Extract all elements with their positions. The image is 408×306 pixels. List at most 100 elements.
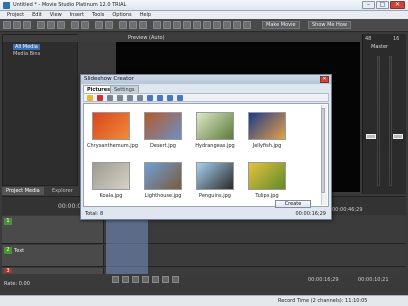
make-movie-button[interactable]: Make Movie [262, 21, 300, 29]
menu-edit[interactable]: Edit [28, 11, 46, 19]
thumbnail-koala[interactable] [92, 162, 130, 190]
close-button[interactable]: ✕ [390, 1, 405, 9]
paste-icon[interactable] [57, 21, 65, 29]
show-me-how-button[interactable]: Show Me How [308, 21, 351, 29]
cut-icon[interactable] [37, 21, 45, 29]
master-fader-left[interactable] [366, 134, 376, 139]
play-button[interactable] [132, 276, 139, 283]
total-duration: 00:00:16;29 [295, 211, 326, 217]
events-icon[interactable] [193, 21, 201, 29]
marker-icon[interactable] [173, 21, 181, 29]
menu-tools[interactable]: Tools [88, 11, 108, 19]
dialog-close-button[interactable]: ✕ [320, 76, 329, 83]
move-first-icon[interactable] [107, 95, 113, 101]
menu-help[interactable]: Help [136, 11, 155, 19]
edit-tool-icon[interactable] [95, 21, 103, 29]
delete-icon[interactable] [97, 95, 103, 101]
save-icon[interactable] [23, 21, 31, 29]
split-icon[interactable] [153, 21, 161, 29]
move-right-icon[interactable] [127, 95, 133, 101]
thumbnail-jellyfish[interactable] [248, 112, 286, 140]
go-to-end-button[interactable] [172, 276, 179, 283]
mixer-icon[interactable] [213, 21, 221, 29]
move-last-icon[interactable] [137, 95, 143, 101]
left-level-meter [377, 56, 380, 186]
app-icon [3, 2, 10, 9]
shuffle-icon[interactable] [167, 95, 173, 101]
dialog-title: Slideshow Creator [84, 76, 134, 82]
add-folder-icon[interactable] [87, 95, 93, 101]
new-icon[interactable] [3, 21, 11, 29]
thumbnail-lighthouse[interactable] [144, 162, 182, 190]
snap-icon[interactable] [119, 21, 127, 29]
loop-button[interactable] [122, 276, 129, 283]
stop-button[interactable] [152, 276, 159, 283]
create-button[interactable]: Create [275, 200, 311, 208]
envelope-tool-icon[interactable] [105, 21, 113, 29]
menu-insert[interactable]: Insert [66, 11, 88, 19]
scrollbar-thumb[interactable] [321, 108, 325, 193]
track-header: 2 Text [2, 245, 104, 266]
master-fader-right[interactable] [393, 134, 403, 139]
ruler-time-end: 00:00:46;29 [332, 207, 363, 213]
picture-grid-scrollbar[interactable] [321, 105, 327, 205]
total-count: Total: 8 [85, 211, 104, 217]
rotate-right-icon[interactable] [157, 95, 163, 101]
cursor-time: 00:00:16;29 [308, 277, 339, 283]
open-icon[interactable] [13, 21, 21, 29]
maximize-button[interactable]: □ [376, 1, 389, 9]
copy-icon[interactable] [47, 21, 55, 29]
picture-label: Hydrangeas.jpg [195, 143, 235, 149]
tab-project-media[interactable]: Project Media [2, 187, 44, 195]
minimize-button[interactable]: – [362, 1, 375, 9]
thumbnail-hydrangeas[interactable] [196, 112, 234, 140]
pause-button[interactable] [142, 276, 149, 283]
picture-label: Koala.jpg [99, 193, 123, 199]
tab-explorer[interactable]: Explorer [48, 187, 77, 195]
master-left-value: 48 [365, 36, 372, 42]
rotate-left-icon[interactable] [147, 95, 153, 101]
redo-icon[interactable] [81, 21, 89, 29]
track-name: Text [14, 248, 25, 254]
settings-icon[interactable] [243, 21, 251, 29]
auto-ripple-icon[interactable] [129, 21, 137, 29]
preview-mode-dropdown[interactable]: Preview (Auto) [128, 35, 165, 41]
dialog-toolbar [83, 93, 329, 102]
title-bar: Untitled * - Movie Studio Platinum 12.0 … [0, 0, 408, 11]
thumbnail-desert[interactable] [144, 112, 182, 140]
track-number: 2 [4, 247, 12, 254]
move-left-icon[interactable] [117, 95, 123, 101]
right-level-meter [389, 56, 392, 186]
picture-label: Lighthouse.jpg [144, 193, 182, 199]
go-to-start-button[interactable] [162, 276, 169, 283]
record-button[interactable] [112, 276, 119, 283]
zoom-icon[interactable] [203, 21, 211, 29]
rate-label: Rate: 0.00 [4, 281, 30, 287]
media-toolbar [3, 35, 79, 42]
thumbnail-chrysanthemum[interactable] [92, 112, 130, 140]
sort-icon[interactable] [177, 95, 183, 101]
main-toolbar: Make Movie Show Me How [0, 19, 408, 32]
master-right-value: 16 [393, 36, 400, 42]
dialog-title-bar[interactable]: Slideshow Creator ✕ [81, 75, 331, 84]
video-track-1[interactable]: 1 [2, 216, 406, 244]
dialog-footer: Total: 8 00:00:16;29 [83, 208, 329, 219]
tree-item-media-bins[interactable]: Media Bins [13, 51, 40, 57]
text-track-2[interactable]: 2 Text [2, 245, 406, 267]
audio-track-3[interactable]: 3 [2, 268, 406, 274]
fx-icon[interactable] [223, 21, 231, 29]
menu-options[interactable]: Options [108, 11, 135, 19]
thumbnail-tulips[interactable] [248, 162, 286, 190]
menu-project[interactable]: Project [3, 11, 28, 19]
menu-view[interactable]: View [46, 11, 66, 19]
tab-settings[interactable]: Settings [110, 85, 139, 93]
thumbnail-penguins[interactable] [196, 162, 234, 190]
region-icon[interactable] [183, 21, 191, 29]
undo-icon[interactable] [71, 21, 79, 29]
tree-item-all-media[interactable]: All Media [13, 44, 40, 50]
lock-icon[interactable] [139, 21, 147, 29]
status-bar: Record Time (2 channels): 11:10:05 [0, 295, 408, 306]
trim-icon[interactable] [163, 21, 171, 29]
picture-label: Chrysanthemum.jpg [87, 143, 138, 149]
record-icon[interactable] [233, 21, 241, 29]
